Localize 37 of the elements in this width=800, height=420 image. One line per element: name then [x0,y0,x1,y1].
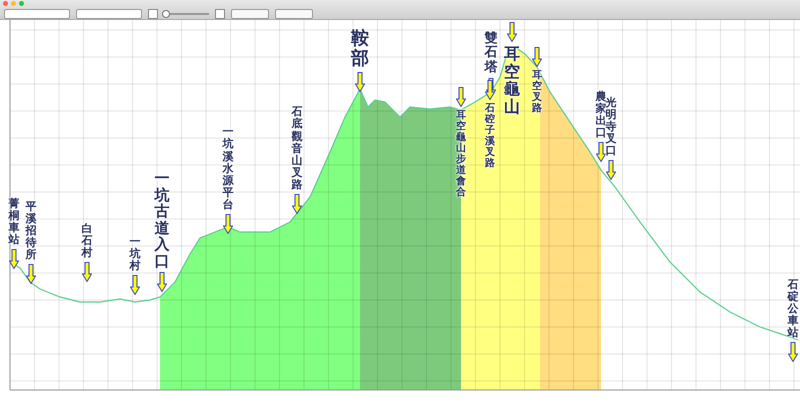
arrow-icon [788,342,798,362]
marker-label: 一坑溪水源平台 [222,126,234,211]
arrow-icon [223,214,233,234]
marker-label: 一坑古道入口 [154,170,170,269]
arrow-icon [532,47,542,67]
zoom-in-icon[interactable] [215,8,225,18]
arrow-icon [82,262,92,282]
arrow-icon [355,72,365,92]
zoom-icon[interactable] [19,1,24,6]
arrow-icon [606,160,616,180]
marker-label: 鞍部 [351,29,369,69]
toolbar-button[interactable] [275,8,313,18]
arrow-icon [26,264,36,284]
marker-label: 石碇公車站 [788,278,798,339]
close-icon[interactable] [3,1,8,6]
dropdown[interactable] [4,8,70,18]
slider-thumb[interactable] [162,10,170,18]
marker-label: 菁桐車站 [8,198,20,246]
dropdown[interactable] [76,8,142,18]
marker-label: 平溪招待所 [26,200,36,261]
arrow-icon [157,272,167,292]
marker-label: 石底觀音山叉路 [292,106,302,191]
marker-label: 耳空叉路 [532,70,542,114]
arrow-icon [130,275,140,295]
arrow-icon [292,194,302,214]
marker-label: 一坑村 [130,236,140,272]
marker-label: 石硿子溪叉路 [485,103,495,169]
arrow-icon [507,22,517,42]
toolbar-button[interactable] [231,8,269,18]
marker-label: 光明寺叉口 [606,96,616,157]
arrow-icon [9,249,19,269]
marker-label: 白石村 [82,222,92,259]
marker-label: 雙石塔 [484,32,498,75]
zoom-out-icon[interactable] [148,8,158,18]
marker-label: 農家出口 [596,90,606,139]
arrow-icon [596,142,606,162]
arrow-icon [456,87,466,107]
